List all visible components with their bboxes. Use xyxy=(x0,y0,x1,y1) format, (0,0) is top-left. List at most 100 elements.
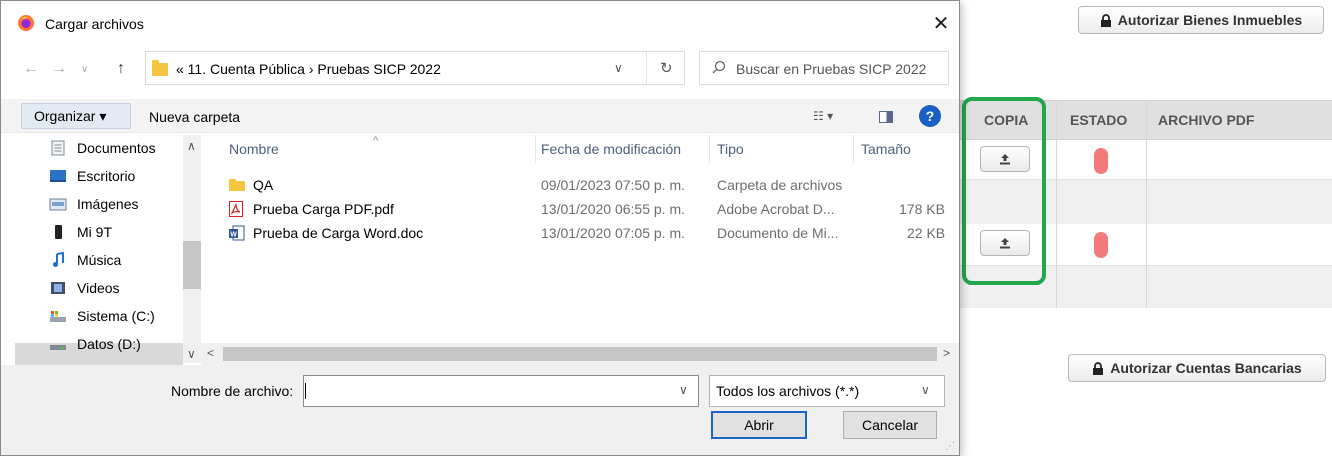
file-name: Prueba de Carga Word.doc xyxy=(253,225,424,241)
chevron-down-icon[interactable]: ∨ xyxy=(679,383,688,397)
file-list-scrollbar-thumb[interactable] xyxy=(223,347,937,361)
tree-item-datos-d[interactable]: Datos (D:) xyxy=(49,331,141,357)
tree-item-label: Videos xyxy=(77,280,120,296)
up-arrow-icon[interactable]: ↑ xyxy=(117,60,125,78)
column-header-estado: ESTADO xyxy=(1070,112,1128,128)
divider xyxy=(646,52,647,84)
preview-pane-icon[interactable] xyxy=(879,111,893,123)
folder-icon xyxy=(152,60,168,76)
tree-item-label: Imágenes xyxy=(77,196,139,212)
chevron-down-icon[interactable]: ∨ xyxy=(614,61,623,75)
tree-item-label: Escritorio xyxy=(77,168,136,184)
search-icon xyxy=(712,60,726,74)
tree-item-musica[interactable]: Música xyxy=(49,247,121,273)
file-name: Prueba Carga PDF.pdf xyxy=(253,201,394,217)
cancel-button[interactable]: Cancelar xyxy=(843,411,937,439)
file-type: Carpeta de archivos xyxy=(717,177,843,193)
column-header-size[interactable]: Tamaño xyxy=(861,141,911,157)
open-button[interactable]: Abrir xyxy=(711,411,807,439)
authorize-real-estate-label: Autorizar Bienes Inmuebles xyxy=(1117,12,1303,28)
videos-icon xyxy=(51,282,65,294)
folder-icon xyxy=(229,177,245,191)
status-indicator xyxy=(1094,148,1108,174)
tree-item-videos[interactable]: Videos xyxy=(49,275,120,301)
tree-item-label: Datos (D:) xyxy=(77,336,141,352)
dialog-titlebar xyxy=(1,1,959,45)
file-size: 178 KB xyxy=(899,201,945,217)
pdf-icon xyxy=(229,201,243,217)
tree-item-imagenes[interactable]: Imágenes xyxy=(49,191,138,217)
music-icon xyxy=(53,252,64,267)
file-type: Documento de Mi... xyxy=(717,225,839,241)
tree-item-label: Documentos xyxy=(77,140,156,156)
close-icon[interactable]: ✕ xyxy=(929,11,953,35)
scroll-left-icon[interactable]: < xyxy=(207,346,214,360)
file-type-filter-value: Todos los archivos (*.*) xyxy=(716,383,860,399)
search-placeholder: Buscar en Pruebas SICP 2022 xyxy=(736,61,927,77)
forward-arrow-icon[interactable]: → xyxy=(51,60,67,78)
file-row-word[interactable]: W Prueba de Carga Word.doc 13/01/2020 07… xyxy=(223,221,953,245)
desktop-icon xyxy=(50,170,66,182)
recent-locations-icon[interactable]: ∨ xyxy=(81,64,88,75)
help-icon[interactable]: ? xyxy=(919,105,941,127)
drive-c-icon xyxy=(50,311,66,322)
firefox-icon xyxy=(18,15,34,31)
scroll-down-icon[interactable]: ∨ xyxy=(187,347,196,361)
filename-label: Nombre de archivo: xyxy=(171,383,294,399)
tree-item-documentos[interactable]: Documentos xyxy=(49,135,156,161)
tree-scrollbar-thumb[interactable] xyxy=(183,241,201,289)
sort-ascending-icon: ^ xyxy=(373,135,379,147)
file-row-pdf[interactable]: Prueba Carga PDF.pdf 13/01/2020 06:55 p.… xyxy=(223,197,953,221)
file-type-filter[interactable]: Todos los archivos (*.*) xyxy=(709,375,945,407)
file-row-qa[interactable]: QA 09/01/2023 07:50 p. m. Carpeta de arc… xyxy=(223,173,953,197)
column-divider[interactable] xyxy=(709,135,710,163)
file-modified: 09/01/2023 07:50 p. m. xyxy=(541,177,685,193)
column-divider xyxy=(1056,140,1057,308)
tree-item-escritorio[interactable]: Escritorio xyxy=(49,163,135,189)
tree-item-mi9t[interactable]: Mi 9T xyxy=(49,219,112,245)
column-divider[interactable] xyxy=(535,135,536,163)
filename-input[interactable] xyxy=(303,375,699,407)
scroll-right-icon[interactable]: > xyxy=(943,346,950,360)
view-options-icon[interactable]: ☷ ▾ xyxy=(813,109,833,123)
column-header-modified[interactable]: Fecha de modificación xyxy=(541,141,681,157)
resize-grip-icon[interactable]: ⋰ xyxy=(945,441,955,452)
svg-text:W: W xyxy=(230,232,237,239)
drive-d-icon xyxy=(50,345,66,350)
copia-highlight-box xyxy=(962,97,1046,285)
phone-icon xyxy=(55,225,62,239)
back-arrow-icon[interactable]: ← xyxy=(23,60,39,78)
column-divider[interactable] xyxy=(853,135,854,163)
column-header-type[interactable]: Tipo xyxy=(717,141,744,157)
lock-icon xyxy=(1093,361,1104,375)
column-header-archivo-pdf: ARCHIVO PDF xyxy=(1158,112,1255,128)
word-icon: W xyxy=(229,225,245,241)
organize-button[interactable]: Organizar ▾ xyxy=(21,103,131,129)
authorize-bank-accounts-button[interactable]: Autorizar Cuentas Bancarias xyxy=(1068,354,1326,382)
dialog-title: Cargar archivos xyxy=(45,16,144,32)
documents-icon xyxy=(51,140,65,156)
tree-item-sistema-c[interactable]: Sistema (C:) xyxy=(49,303,155,329)
column-header-name[interactable]: Nombre xyxy=(229,141,279,157)
refresh-icon[interactable]: ↻ xyxy=(660,59,673,77)
pictures-icon xyxy=(49,198,67,211)
file-name: QA xyxy=(253,177,274,193)
file-size: 22 KB xyxy=(907,225,946,241)
tree-item-label: Mi 9T xyxy=(77,224,112,240)
address-bar[interactable]: « 11. Cuenta Pública › Pruebas SICP 2022… xyxy=(145,51,685,85)
scroll-up-icon[interactable]: ∧ xyxy=(187,139,196,153)
search-input[interactable]: Buscar en Pruebas SICP 2022 xyxy=(699,51,949,85)
file-type: Adobe Acrobat D... xyxy=(717,201,835,217)
authorize-real-estate-button[interactable]: Autorizar Bienes Inmuebles xyxy=(1078,6,1324,34)
authorize-bank-accounts-label: Autorizar Cuentas Bancarias xyxy=(1110,360,1302,376)
file-modified: 13/01/2020 06:55 p. m. xyxy=(541,201,685,217)
file-modified: 13/01/2020 07:05 p. m. xyxy=(541,225,685,241)
new-folder-button[interactable]: Nueva carpeta xyxy=(149,109,240,125)
column-divider xyxy=(1146,140,1147,308)
tree-item-label: Música xyxy=(77,252,122,268)
address-path: « 11. Cuenta Pública › Pruebas SICP 2022 xyxy=(176,61,441,77)
tree-item-label: Sistema (C:) xyxy=(77,308,155,324)
chevron-down-icon[interactable]: ∨ xyxy=(921,383,930,397)
status-indicator xyxy=(1094,232,1108,258)
lock-icon xyxy=(1100,13,1111,27)
